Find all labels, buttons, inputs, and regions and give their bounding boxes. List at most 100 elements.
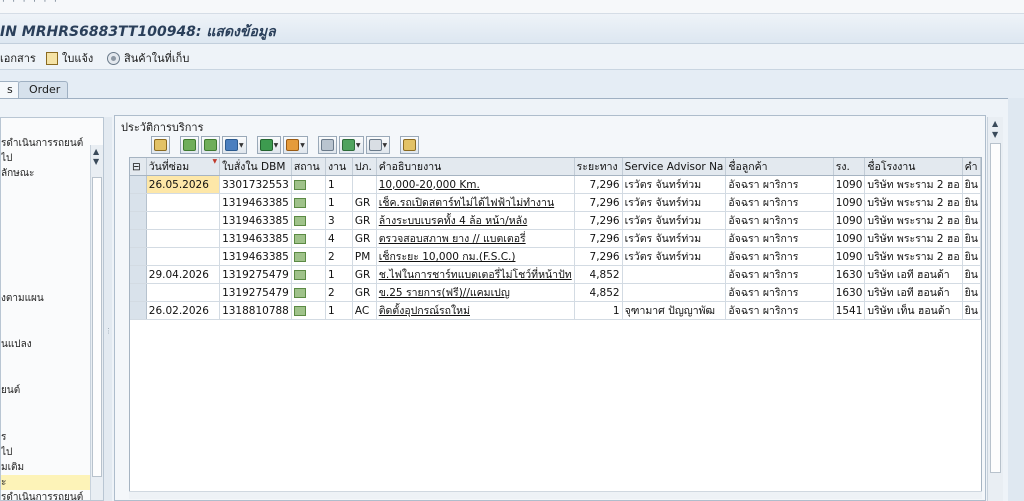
row-selector[interactable] xyxy=(130,247,147,266)
left-item[interactable]: ลักษณะ xyxy=(1,166,91,181)
column-header[interactable]: ชื่อโรงงาน xyxy=(864,158,963,176)
row-selector[interactable] xyxy=(130,175,147,194)
date-cell xyxy=(146,193,221,212)
column-header[interactable]: รง. xyxy=(833,158,866,176)
job-description-cell[interactable]: เช็กระยะ 10,000 กม.(F.S.C.) xyxy=(376,247,575,266)
job-description-link[interactable]: 10,000-20,000 Km. xyxy=(379,179,480,191)
job-description-link[interactable]: เช็ค.รถเปิดสตาร์ทไม่ได้ไฟฟ้าไม่ทำงาน xyxy=(379,197,554,209)
column-header[interactable]: คำอธิบายงาน xyxy=(376,158,575,176)
customer-cell: อัจฉรา ผาริการ xyxy=(725,211,834,230)
right-scrollbar[interactable]: ▲ ▼ xyxy=(987,117,1003,501)
job-description-cell[interactable]: ตรวจสอบสภาพ ยาง // แบตเตอรี่ xyxy=(376,229,575,248)
left-item[interactable]: รดำเนินการรถยนต์ xyxy=(1,490,91,500)
customer-cell: อัจฉรา ผาริการ xyxy=(725,265,834,284)
extra-cell: ยิน xyxy=(962,265,981,284)
column-header[interactable]: วันที่ซ่อม xyxy=(146,158,221,176)
title-bar: IN MRHRS6883TT100948: แสดงข้อมูล xyxy=(0,14,1024,44)
print-button[interactable] xyxy=(317,136,337,154)
export-button[interactable]: ▼ xyxy=(338,136,364,154)
status-icon[interactable] xyxy=(293,179,306,190)
job-description-cell[interactable]: เช็ค.รถเปิดสตาร์ทไม่ได้ไฟฟ้าไม่ทำงาน xyxy=(376,193,575,212)
sum-button[interactable]: ▼ xyxy=(256,136,282,154)
job-description-link[interactable]: เช็กระยะ 10,000 กม.(F.S.C.) xyxy=(379,251,516,263)
sort-desc-button[interactable] xyxy=(201,136,220,154)
status-icon[interactable] xyxy=(293,233,306,244)
status-icon[interactable] xyxy=(293,215,306,226)
column-header[interactable]: ระยะทาง xyxy=(574,158,623,176)
tab-s[interactable]: s xyxy=(0,81,20,98)
plant_name-cell: บริษัท พระราม 2 ฮอ xyxy=(864,193,963,212)
table-row[interactable]: 29.04.2026 1319275479 1 GR ช.ไฟในการชาร์ทแบต… xyxy=(130,265,981,284)
left-scroll-thumb[interactable] xyxy=(92,177,102,477)
column-header[interactable]: ใบสั่งใน DBM xyxy=(219,158,292,176)
refresh-button[interactable] xyxy=(400,136,420,154)
job-description-link[interactable]: ตรวจสอบสภาพ ยาง // แบตเตอรี่ xyxy=(379,233,526,245)
left-item-selected[interactable]: ะ xyxy=(1,475,91,490)
row-selector[interactable] xyxy=(130,193,147,212)
job-description-link[interactable]: ข.25 รายการ(ฟรี)//แคมเปญ xyxy=(379,287,510,299)
column-header[interactable]: ปภ. xyxy=(352,158,377,176)
row-selector[interactable] xyxy=(130,229,147,248)
status-icon[interactable] xyxy=(293,269,306,280)
job-description-link[interactable]: ติดตั้งอุปกรณ์รถใหม่ xyxy=(379,305,470,317)
job-description-cell[interactable]: ข.25 รายการ(ฟรี)//แคมเปญ xyxy=(376,283,575,302)
row-selector[interactable] xyxy=(130,211,147,230)
stock-button[interactable]: สินค้าในที่เก็บ xyxy=(107,50,189,66)
grid-horizontal-scrollbar[interactable] xyxy=(129,491,982,499)
table-row[interactable]: 1319463385 3 GR ล้างระบบเบรคทั้ง 4 ล้อ หน้า… xyxy=(130,211,981,230)
table-header-row: ⊟ วันที่ซ่อม ใบสั่งใน DBM สถาน งาน ปภ. ค… xyxy=(130,158,981,176)
left-item[interactable]: ยนต์ xyxy=(1,383,91,398)
left-item[interactable]: ร xyxy=(1,430,91,445)
status-icon[interactable] xyxy=(293,287,306,298)
row-selector[interactable] xyxy=(130,283,147,302)
scroll-up-icon[interactable]: ▲ xyxy=(992,119,998,128)
status-icon[interactable] xyxy=(293,305,306,316)
panel-splitter[interactable]: ⋮ xyxy=(104,117,112,501)
column-header[interactable]: สถาน xyxy=(291,158,326,176)
job-description-cell[interactable]: 10,000-20,000 Km. xyxy=(376,175,575,194)
job-description-link[interactable]: ล้างระบบเบรคทั้ง 4 ล้อ หน้า/หลัง xyxy=(379,215,527,227)
left-scrollbar[interactable]: ▲ ▼ xyxy=(90,145,103,500)
row-selector[interactable] xyxy=(130,301,147,320)
right-scroll-thumb[interactable] xyxy=(990,143,1001,473)
column-header[interactable]: Service Advisor Na xyxy=(622,158,727,176)
table-row[interactable]: 1319463385 4 GR ตรวจสอบสภาพ ยาง // แบตเตอรี… xyxy=(130,229,981,248)
details-button[interactable] xyxy=(151,136,170,154)
left-item[interactable]: ไป xyxy=(1,151,91,166)
left-item[interactable]: ไป xyxy=(1,445,91,460)
left-item[interactable]: รดำเนินการรถยนต์ xyxy=(1,136,91,151)
documents-button[interactable]: เอกสาร xyxy=(0,50,36,66)
notice-button[interactable]: ใบแจ้ง xyxy=(46,50,93,66)
layout-button[interactable]: ▼ xyxy=(365,136,391,154)
scroll-down-icon[interactable]: ▼ xyxy=(992,130,998,139)
status-cell xyxy=(291,247,326,266)
table-row[interactable]: 1319463385 2 PM เช็กระยะ 10,000 กม.(F.S.C.)… xyxy=(130,247,981,266)
left-item[interactable]: งตามแผน xyxy=(1,291,91,306)
tab-order[interactable]: Order xyxy=(18,81,68,98)
column-header[interactable]: งาน xyxy=(325,158,353,176)
plant-cell: 1090 xyxy=(833,229,866,248)
scroll-down-icon[interactable]: ▼ xyxy=(93,157,99,166)
job-description-link[interactable]: ช.ไฟในการชาร์ทแบตเตอรี่ไม่โชว์ที่หน้าปัท xyxy=(379,269,572,281)
scroll-up-icon[interactable]: ▲ xyxy=(93,147,99,156)
job-description-cell[interactable]: ล้างระบบเบรคทั้ง 4 ล้อ หน้า/หลัง xyxy=(376,211,575,230)
subtotal-button[interactable]: ▼ xyxy=(283,136,308,154)
status-icon[interactable] xyxy=(293,197,306,208)
sort-asc-button[interactable] xyxy=(180,136,199,154)
table-row[interactable]: 1319463385 1 GR เช็ค.รถเปิดสตาร์ทไม่ได้ไฟฟ้… xyxy=(130,193,981,212)
date-cell xyxy=(146,247,221,266)
filter-button[interactable]: ▼ xyxy=(222,136,247,154)
table-row[interactable]: 1319275479 2 GR ข.25 รายการ(ฟรี)//แคมเปญ 4,8… xyxy=(130,283,981,302)
row-selector-header[interactable]: ⊟ xyxy=(130,158,147,176)
job-description-cell[interactable]: ติดตั้งอุปกรณ์รถใหม่ xyxy=(376,301,575,320)
status-icon[interactable] xyxy=(293,251,306,262)
column-header[interactable]: ชื่อลูกค้า xyxy=(725,158,834,176)
table-row[interactable]: 26.02.2026 1318810788 1 AC ติดตั้งอุปกรณ์รถใ… xyxy=(130,301,981,320)
table-row[interactable]: 26.05.2026 3301732553 1 10,000-20,000 Km. 7,… xyxy=(130,175,981,194)
row-selector[interactable] xyxy=(130,265,147,284)
left-item[interactable]: นแปลง xyxy=(1,337,91,352)
left-item[interactable]: มเติม xyxy=(1,460,91,475)
mileage-cell: 4,852 xyxy=(574,265,623,284)
column-header[interactable]: คำ xyxy=(962,158,981,176)
job-description-cell[interactable]: ช.ไฟในการชาร์ทแบตเตอรี่ไม่โชว์ที่หน้าปัท xyxy=(376,265,575,284)
